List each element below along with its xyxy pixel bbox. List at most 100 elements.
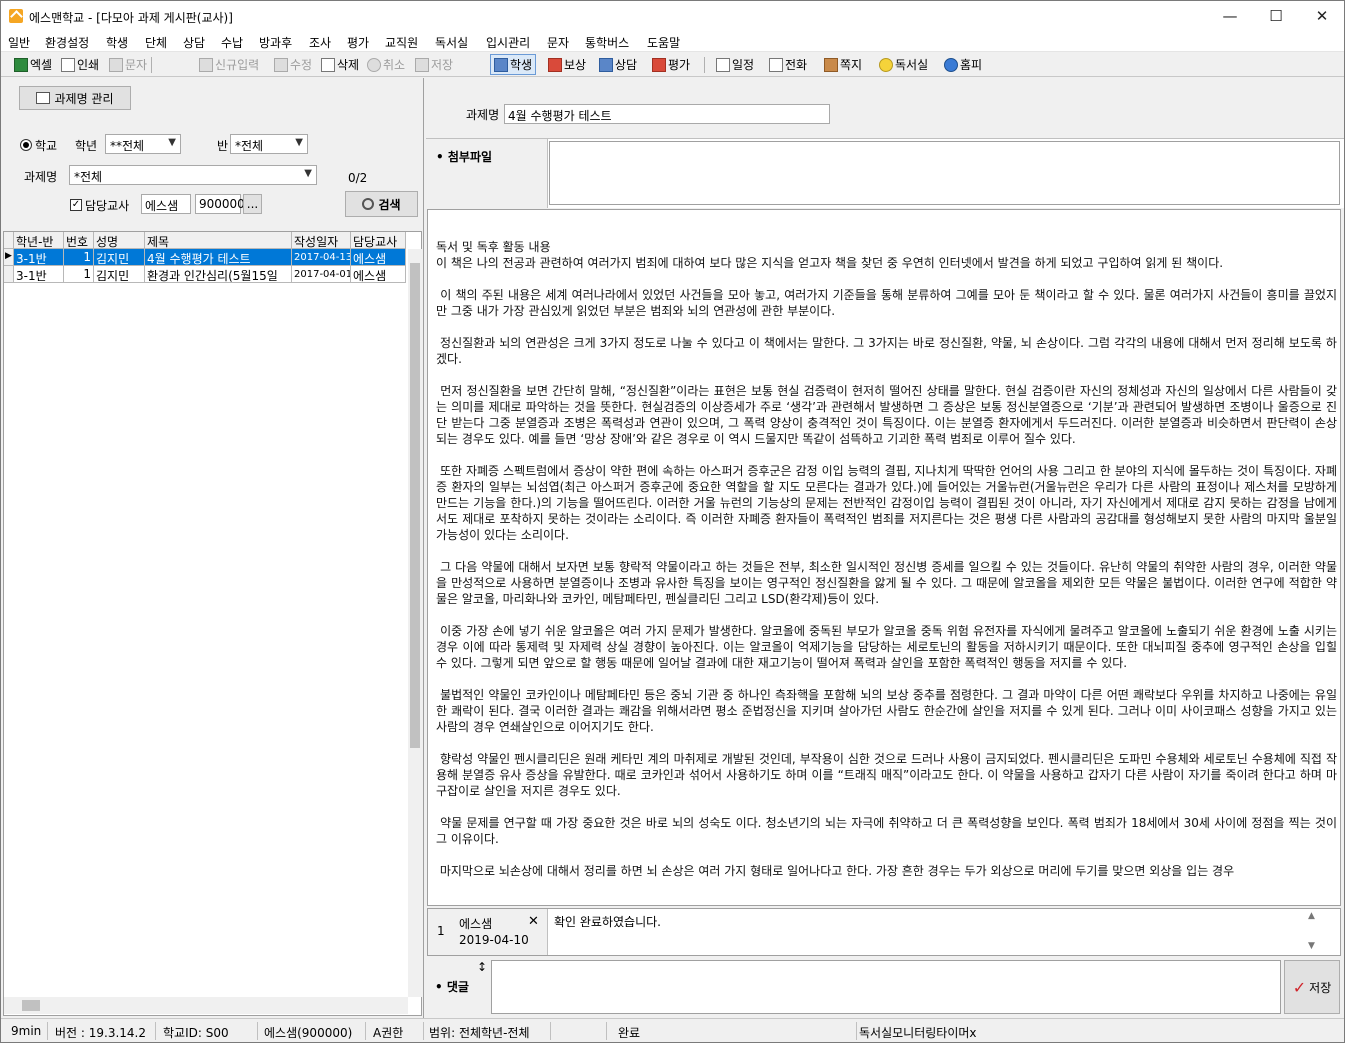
menu-survey[interactable]: 조사 [309, 34, 331, 51]
status-scope: 범위: 전체학년-전체 [429, 1026, 530, 1040]
menu-afterschool[interactable]: 방과후 [259, 34, 292, 51]
menu-sms[interactable]: 문자 [547, 34, 569, 51]
col-teacher[interactable]: 담당교사 [351, 232, 406, 249]
col-number[interactable]: 번호 [64, 232, 94, 249]
col-name[interactable]: 성명 [94, 232, 145, 249]
status-divider [423, 1022, 424, 1040]
scroll-up-icon[interactable]: ▲ [1308, 911, 1315, 921]
table-row[interactable]: 3-1반 1 김지민 환경과 인간심리(5월15일 2017-04-01 에스샘 [4, 266, 406, 283]
menu-general[interactable]: 일반 [8, 34, 30, 51]
edit-button[interactable]: 수정 [270, 54, 316, 75]
print-button[interactable]: 인쇄 [57, 54, 103, 75]
status-auth: A권한 [373, 1026, 404, 1040]
col-date[interactable]: 작성일자 [292, 232, 351, 249]
student-button[interactable]: 학생 [490, 54, 537, 75]
menu-student[interactable]: 학생 [106, 34, 128, 51]
menu-bus[interactable]: 통학버스 [585, 34, 629, 51]
status-divider [257, 1022, 258, 1040]
checkmark-icon: ✓ [1292, 977, 1307, 997]
attachment-list[interactable] [549, 141, 1340, 205]
note-button[interactable]: 쪽지 [820, 54, 866, 75]
col-grade-class[interactable]: 학년-반 [14, 232, 64, 249]
cell-date: 2017-04-13 [292, 249, 351, 266]
school-radio-label: 학교 [35, 139, 58, 153]
chevron-down-icon: ▼ [168, 137, 176, 148]
cell-number: 1 [64, 249, 94, 266]
resize-icon[interactable]: ↕ [477, 960, 487, 974]
save-toolbar-button[interactable]: 저장 [411, 54, 457, 75]
status-monitor: 독서실모니터링타이머x [859, 1026, 977, 1040]
status-school-id: 학교ID: S00 [163, 1026, 229, 1040]
minimize-button[interactable]: — [1207, 1, 1253, 31]
task-content[interactable]: 독서 및 독후 활동 내용 이 책은 나의 전공과 관련하여 여러가지 범죄에 … [427, 209, 1341, 906]
new-button[interactable]: 신규입력 [195, 54, 263, 75]
menu-staff[interactable]: 교직원 [385, 34, 418, 51]
globe-icon [944, 57, 958, 72]
comment-delete-icon[interactable]: ✕ [528, 914, 539, 929]
delete-button[interactable]: 삭제 [317, 54, 363, 75]
scroll-thumb[interactable] [22, 1000, 40, 1011]
reward-icon [548, 57, 562, 72]
teacher-checkbox[interactable]: ✓ [70, 199, 82, 211]
grid-corner [4, 232, 14, 249]
app-window: 에스맨학교 - [다모아 과제 게시판(교사)] — ☐ ✕ 일반 환경설정 학… [0, 0, 1345, 1043]
teacher-lookup-button[interactable]: ... [243, 194, 262, 214]
excel-button[interactable]: 엑셀 [10, 54, 56, 75]
cell-date: 2017-04-01 [292, 266, 351, 283]
reply-area: ↕ • 댓글 ✓ 저장 [427, 958, 1341, 1016]
scroll-down-icon[interactable]: ▼ [1308, 941, 1315, 951]
sms-button[interactable]: 문자 [105, 54, 151, 75]
grid-vertical-scrollbar[interactable] [408, 249, 422, 997]
table-row[interactable]: ▶ 3-1반 1 김지민 4월 수행평가 테스트 2017-04-13 에스샘 [4, 249, 406, 266]
cell-name: 김지민 [94, 266, 145, 283]
manage-task-button[interactable]: 과제명 관리 [19, 86, 131, 110]
homepage-button[interactable]: 홈피 [940, 54, 986, 75]
status-bar: 9min 버전 : 19.3.14.2 학교ID: S00 에스샘(900000… [1, 1018, 1344, 1042]
evaluate-button[interactable]: 평가 [648, 54, 694, 75]
chevron-down-icon: ▼ [304, 168, 312, 179]
phone-icon [109, 57, 123, 72]
menu-study-room[interactable]: 독서실 [435, 34, 468, 51]
scroll-thumb[interactable] [410, 263, 420, 748]
new-icon [199, 57, 213, 72]
phone-button[interactable]: 전화 [765, 54, 811, 75]
maximize-button[interactable]: ☐ [1253, 1, 1299, 31]
menu-evaluation[interactable]: 평가 [347, 34, 369, 51]
grade-select[interactable]: **전체 ▼ [105, 134, 181, 154]
cell-teacher: 에스샘 [351, 249, 406, 266]
counsel-button[interactable]: 상담 [595, 54, 641, 75]
menu-help[interactable]: 도움말 [647, 34, 680, 51]
task-title-field[interactable]: 4월 수행평가 테스트 [504, 104, 830, 124]
task-name-select[interactable]: *전체 ▼ [69, 165, 317, 185]
cell-grade: 3-1반 [14, 266, 64, 283]
save-reply-button[interactable]: ✓ 저장 [1284, 960, 1340, 1014]
content-paragraph: 독서 및 독후 활동 내용 이 책은 나의 전공과 관련하여 여러가지 범죄에 … [436, 240, 1224, 270]
menu-admission[interactable]: 입시관리 [486, 34, 530, 51]
menu-group[interactable]: 단체 [145, 34, 167, 51]
menu-payment[interactable]: 수납 [221, 34, 243, 51]
menu-settings[interactable]: 환경설정 [45, 34, 89, 51]
cancel-button[interactable]: 취소 [363, 54, 409, 75]
attachment-area: • 첨부파일 [426, 138, 1344, 208]
chevron-down-icon: ▼ [295, 137, 303, 148]
status-version: 버전 : 19.3.14.2 [55, 1026, 147, 1040]
close-button[interactable]: ✕ [1299, 1, 1345, 31]
teacher-id-field[interactable]: 900000 [195, 194, 245, 214]
col-title[interactable]: 제목 [145, 232, 292, 249]
reward-button[interactable]: 보상 [544, 54, 590, 75]
class-select[interactable]: *전체 ▼ [230, 134, 308, 154]
school-radio[interactable] [20, 139, 32, 151]
app-logo-icon [9, 9, 23, 23]
teacher-checkbox-label: 담당교사 [85, 199, 130, 213]
grid-horizontal-scrollbar[interactable] [4, 997, 408, 1014]
menu-counsel[interactable]: 상담 [183, 34, 205, 51]
schedule-button[interactable]: 일정 [712, 54, 758, 75]
status-user: 에스샘(900000) [264, 1026, 353, 1040]
status-divider [856, 1022, 857, 1040]
reply-input[interactable] [491, 960, 1281, 1014]
search-button[interactable]: 검색 [345, 191, 418, 217]
teacher-name-field[interactable]: 에스샘 [141, 194, 191, 214]
content-paragraph: 그 다음 약물에 대해서 보자면 보통 향락적 약물이라고 하는 것들은 전부,… [436, 560, 1337, 606]
status-timer: 9min [11, 1024, 42, 1038]
study-room-button[interactable]: 독서실 [875, 54, 932, 75]
